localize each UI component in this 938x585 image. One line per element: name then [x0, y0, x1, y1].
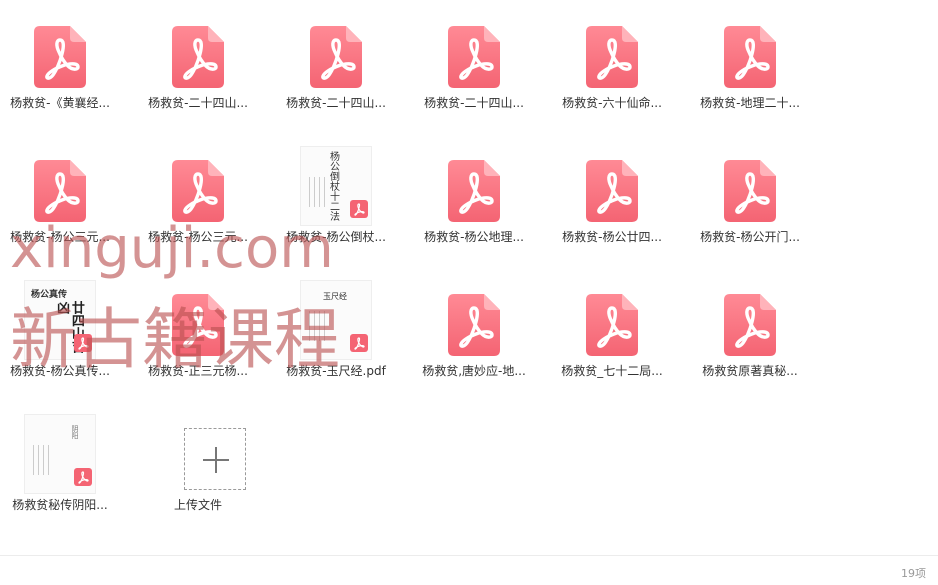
pdf-file-icon [586, 26, 638, 88]
document-preview-line [324, 177, 325, 207]
document-preview-line [48, 445, 49, 475]
document-preview-line [319, 177, 320, 207]
file-name: 杨救贫-杨公廿四... [562, 230, 662, 244]
document-preview-line [33, 445, 34, 475]
pdf-file-icon [586, 294, 638, 356]
file-name: 杨救贫-正三元杨... [148, 364, 248, 378]
file-name: 杨救贫-地理二十... [700, 96, 800, 110]
file-name: 杨救贫秘传阴阳... [12, 498, 108, 512]
file-item[interactable]: 杨救贫_七十二局... [552, 278, 672, 398]
file-thumbnail [162, 152, 234, 224]
pdf-file-icon [172, 26, 224, 88]
file-item[interactable]: 杨救贫-杨公廿四... [552, 144, 672, 264]
file-thumbnail [300, 18, 372, 90]
pdf-badge-icon [74, 468, 92, 486]
item-count: 19项 [901, 567, 926, 580]
file-item[interactable]: 杨救贫-杨公三元... [0, 144, 120, 264]
pdf-file-icon [448, 294, 500, 356]
file-item[interactable]: 玉尺经 杨救贫-玉尺经.pdf [276, 278, 396, 398]
document-preview-line [309, 177, 310, 207]
status-bar: 19项 [0, 555, 938, 585]
document-preview-line [309, 311, 310, 341]
document-preview-line [324, 311, 325, 341]
file-name: 杨救贫-杨公三元... [148, 230, 248, 244]
pdf-file-icon [172, 294, 224, 356]
file-name: 杨救贫-《黄襄经... [10, 96, 110, 110]
file-thumbnail [162, 286, 234, 358]
pdf-badge-icon [350, 334, 368, 352]
document-preview-line [38, 445, 39, 475]
file-thumbnail [714, 286, 786, 358]
file-thumbnail [714, 152, 786, 224]
file-name: 杨救贫-二十四山... [148, 96, 248, 110]
file-item[interactable]: 杨救贫-二十四山... [138, 10, 258, 130]
document-preview-line [43, 445, 44, 475]
pdf-file-icon [448, 160, 500, 222]
pdf-badge-icon [74, 334, 92, 352]
file-thumbnail [162, 18, 234, 90]
file-name: 杨救贫_七十二局... [561, 364, 663, 378]
file-name: 杨救贫-杨公倒杖... [286, 230, 386, 244]
document-preview-text: 阴阳 [71, 425, 80, 439]
file-item[interactable]: 杨救贫-《黄襄经... [0, 10, 120, 130]
pdf-file-icon [586, 160, 638, 222]
plus-icon[interactable] [184, 428, 246, 490]
file-thumbnail [576, 152, 648, 224]
file-item[interactable]: 杨救贫-二十四山... [276, 10, 396, 130]
file-item[interactable]: 杨救贫-杨公地理... [414, 144, 534, 264]
pdf-file-icon [34, 26, 86, 88]
file-thumbnail [438, 18, 510, 90]
file-thumbnail [714, 18, 786, 90]
pdf-file-icon [448, 26, 500, 88]
document-preview-line [314, 177, 315, 207]
file-name: 杨救贫原著真秘... [702, 364, 798, 378]
file-item[interactable]: 杨救贫,唐妙应-地... [414, 278, 534, 398]
file-name: 杨救贫,唐妙应-地... [422, 364, 526, 378]
pdf-file-icon [172, 160, 224, 222]
file-thumbnail [438, 152, 510, 224]
file-item[interactable]: 杨公倒杖十二法 杨救贫-杨公倒杖... [276, 144, 396, 264]
file-thumbnail: 玉尺经 [300, 280, 372, 360]
file-thumbnail [438, 286, 510, 358]
pdf-badge-icon [350, 200, 368, 218]
upload-file-label: 上传文件 [173, 498, 222, 512]
file-item[interactable]: 杨救贫-六十仙命... [552, 10, 672, 130]
pdf-file-icon [310, 26, 362, 88]
file-item[interactable]: 杨救贫-二十四山... [414, 10, 534, 130]
file-item[interactable]: 杨救贫-地理二十... [690, 10, 810, 130]
file-item[interactable]: 杨救贫-杨公三元... [138, 144, 258, 264]
upload-file-tile[interactable]: 上传文件 [138, 412, 258, 532]
pdf-file-icon [724, 26, 776, 88]
file-thumbnail [24, 18, 96, 90]
file-item[interactable]: 杨救贫原著真秘... [690, 278, 810, 398]
file-thumbnail: 杨公真传 廿四山吉凶 [24, 280, 96, 360]
file-name: 杨救贫-杨公三元... [10, 230, 110, 244]
file-name: 杨救贫-杨公开门... [700, 230, 800, 244]
pdf-file-icon [34, 160, 86, 222]
file-name: 杨救贫-六十仙命... [562, 96, 662, 110]
document-preview-text: 玉尺经 [323, 292, 347, 301]
document-preview-line [319, 311, 320, 341]
file-name: 杨救贫-二十四山... [424, 96, 524, 110]
document-preview-text: 杨公倒杖十二法 [327, 151, 339, 221]
file-item[interactable]: 杨公真传 廿四山吉凶 杨救贫-杨公真传... [0, 278, 120, 398]
file-thumbnail: 杨公倒杖十二法 [300, 146, 372, 226]
file-name: 杨救贫-二十四山... [286, 96, 386, 110]
file-name: 杨救贫-杨公真传... [10, 364, 110, 378]
file-name: 杨救贫-杨公地理... [424, 230, 524, 244]
file-thumbnail: 阴阳 [24, 414, 96, 494]
pdf-file-icon [724, 294, 776, 356]
file-grid: 杨救贫-《黄襄经... 杨救贫-二十四山... 杨救贫-二十四山... 杨救贫-… [0, 0, 938, 555]
file-thumbnail [576, 18, 648, 90]
file-thumbnail [576, 286, 648, 358]
document-preview-text: 杨公真传 [31, 290, 68, 300]
file-name: 杨救贫-玉尺经.pdf [286, 364, 386, 378]
document-preview-line [314, 311, 315, 341]
pdf-file-icon [724, 160, 776, 222]
file-item[interactable]: 阴阳 杨救贫秘传阴阳... [0, 412, 120, 532]
file-thumbnail [24, 152, 96, 224]
file-item[interactable]: 杨救贫-杨公开门... [690, 144, 810, 264]
file-item[interactable]: 杨救贫-正三元杨... [138, 278, 258, 398]
